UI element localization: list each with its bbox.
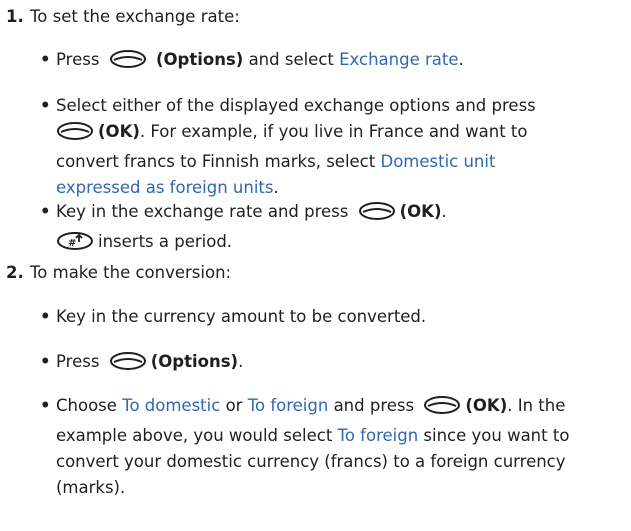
bullet-dot: • [40,50,51,69]
menu-item-exchange-rate: Exchange rate [339,50,459,69]
menu-item-to-foreign: To foreign [247,396,329,415]
selection-key-icon [358,201,396,229]
list-item: • Key in the currency amount to be conve… [40,304,625,330]
bullet-dot: • [40,96,51,115]
selection-key-icon [109,49,147,77]
menu-item-domestic-unit-cont: expressed as foreign units [56,178,274,197]
list-item: • Select either of the displayed exchang… [40,93,625,201]
menu-item-domestic-unit: Domestic unit [380,152,496,171]
bullet-dot: • [40,202,51,221]
step-text: To set the exchange rate: [30,7,240,26]
step-2: 2. To make the conversion: [6,260,231,286]
menu-item-to-foreign: To foreign [337,426,419,445]
selection-key-icon [109,351,147,379]
hash-key-icon: # [56,231,94,259]
list-item: • Key in the exchange rate and press (OK… [40,199,625,259]
manual-page: { "steps": [ { "number": "1.", "text": "… [0,0,631,531]
step-number: 1. [6,7,24,26]
step-text: To make the conversion: [30,263,232,282]
list-item: • Press (Options) and select Exchange ra… [40,47,625,77]
selection-key-icon [423,395,461,423]
bullet-dot: • [40,396,51,415]
bullet-dot: • [40,352,51,371]
list-item: • Choose To domestic or To foreign and p… [40,393,625,501]
menu-item-to-domestic: To domestic [122,396,221,415]
selection-key-icon [56,121,94,149]
step-number: 2. [6,263,24,282]
svg-text:#: # [68,238,76,249]
step-1: 1. To set the exchange rate: [6,4,240,30]
list-item: • Press (Options). [40,349,625,379]
bullet-dot: • [40,307,51,326]
